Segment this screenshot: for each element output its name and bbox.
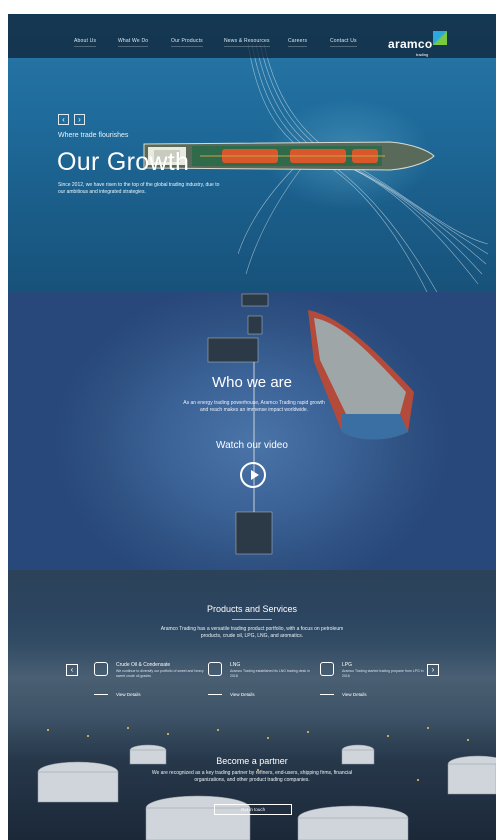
product-name: LPG <box>342 662 353 668</box>
products-description: Aramco Trading has a versatile trading p… <box>160 626 344 639</box>
products-section: Products and Services Aramco Trading has… <box>8 570 496 840</box>
products-prev-button[interactable]: ‹ <box>66 664 78 676</box>
nav-item-news-resources[interactable]: News & Resources <box>224 38 270 47</box>
hero-title: Our Growth <box>57 148 190 176</box>
logo-mark-icon <box>433 31 447 45</box>
product-card-lng: LNG Aramco Trading established its LNG t… <box>208 662 320 702</box>
lng-icon <box>208 662 222 676</box>
product-card-crude-oil: Crude Oil & Condensate We continue to di… <box>94 662 206 702</box>
nav-item-about-us[interactable]: About Us <box>74 38 97 47</box>
product-description: We continue to diversify our portfolio o… <box>116 669 204 678</box>
arrow-right-icon <box>208 694 222 695</box>
logo-wordmark: aramco <box>388 37 433 51</box>
who-we-are-description: As an energy trading powerhouse, Aramco … <box>183 400 325 413</box>
who-we-are-section: Who we are As an energy trading powerhou… <box>8 292 496 570</box>
hero-next-button[interactable]: › <box>74 114 85 125</box>
product-card-lpg: LPG Aramco Trading started trading propa… <box>320 662 432 702</box>
product-description: Aramco Trading started trading propane f… <box>342 669 424 678</box>
view-details-link[interactable]: View Details <box>230 692 255 697</box>
hero-description: Since 2012, we have risen to the top of … <box>58 182 220 195</box>
partner-description: We are recognized as a key trading partn… <box>151 770 353 783</box>
offshore-platform-image <box>207 293 414 555</box>
arrow-right-icon <box>94 694 108 695</box>
barrel-icon <box>94 662 108 676</box>
view-details-link[interactable]: View Details <box>342 692 367 697</box>
partner-title: Become a partner <box>216 756 288 766</box>
lpg-icon <box>320 662 334 676</box>
nav-item-what-we-do[interactable]: What We Do <box>118 38 149 47</box>
page: ‹ › Where trade flourishes Our Growth Si… <box>8 14 496 840</box>
hero-prev-button[interactable]: ‹ <box>58 114 69 125</box>
product-name: LNG <box>230 662 241 668</box>
watch-video-label: Watch our video <box>216 440 288 451</box>
aramco-trading-logo[interactable]: aramco trading <box>388 28 448 57</box>
view-details-link[interactable]: View Details <box>116 692 141 697</box>
nav-item-careers[interactable]: Careers <box>288 38 308 47</box>
nav-item-our-products[interactable]: Our Products <box>171 38 203 47</box>
product-description: Aramco Trading established its LNG tradi… <box>230 669 310 678</box>
logo-subtitle: trading <box>416 52 429 57</box>
products-title-divider <box>232 619 272 620</box>
get-in-touch-button[interactable]: Get in touch <box>214 804 292 815</box>
product-name: Crude Oil & Condensate <box>116 662 171 668</box>
products-title: Products and Services <box>206 604 298 614</box>
who-we-are-title: Who we are <box>211 374 293 391</box>
play-video-button[interactable] <box>240 462 266 488</box>
nav-item-contact-us[interactable]: Contact Us <box>330 38 357 47</box>
arrow-right-icon <box>320 694 334 695</box>
top-navigation: About Us What We Do Our Products News & … <box>8 14 496 58</box>
hero-kicker: Where trade flourishes <box>58 132 129 139</box>
